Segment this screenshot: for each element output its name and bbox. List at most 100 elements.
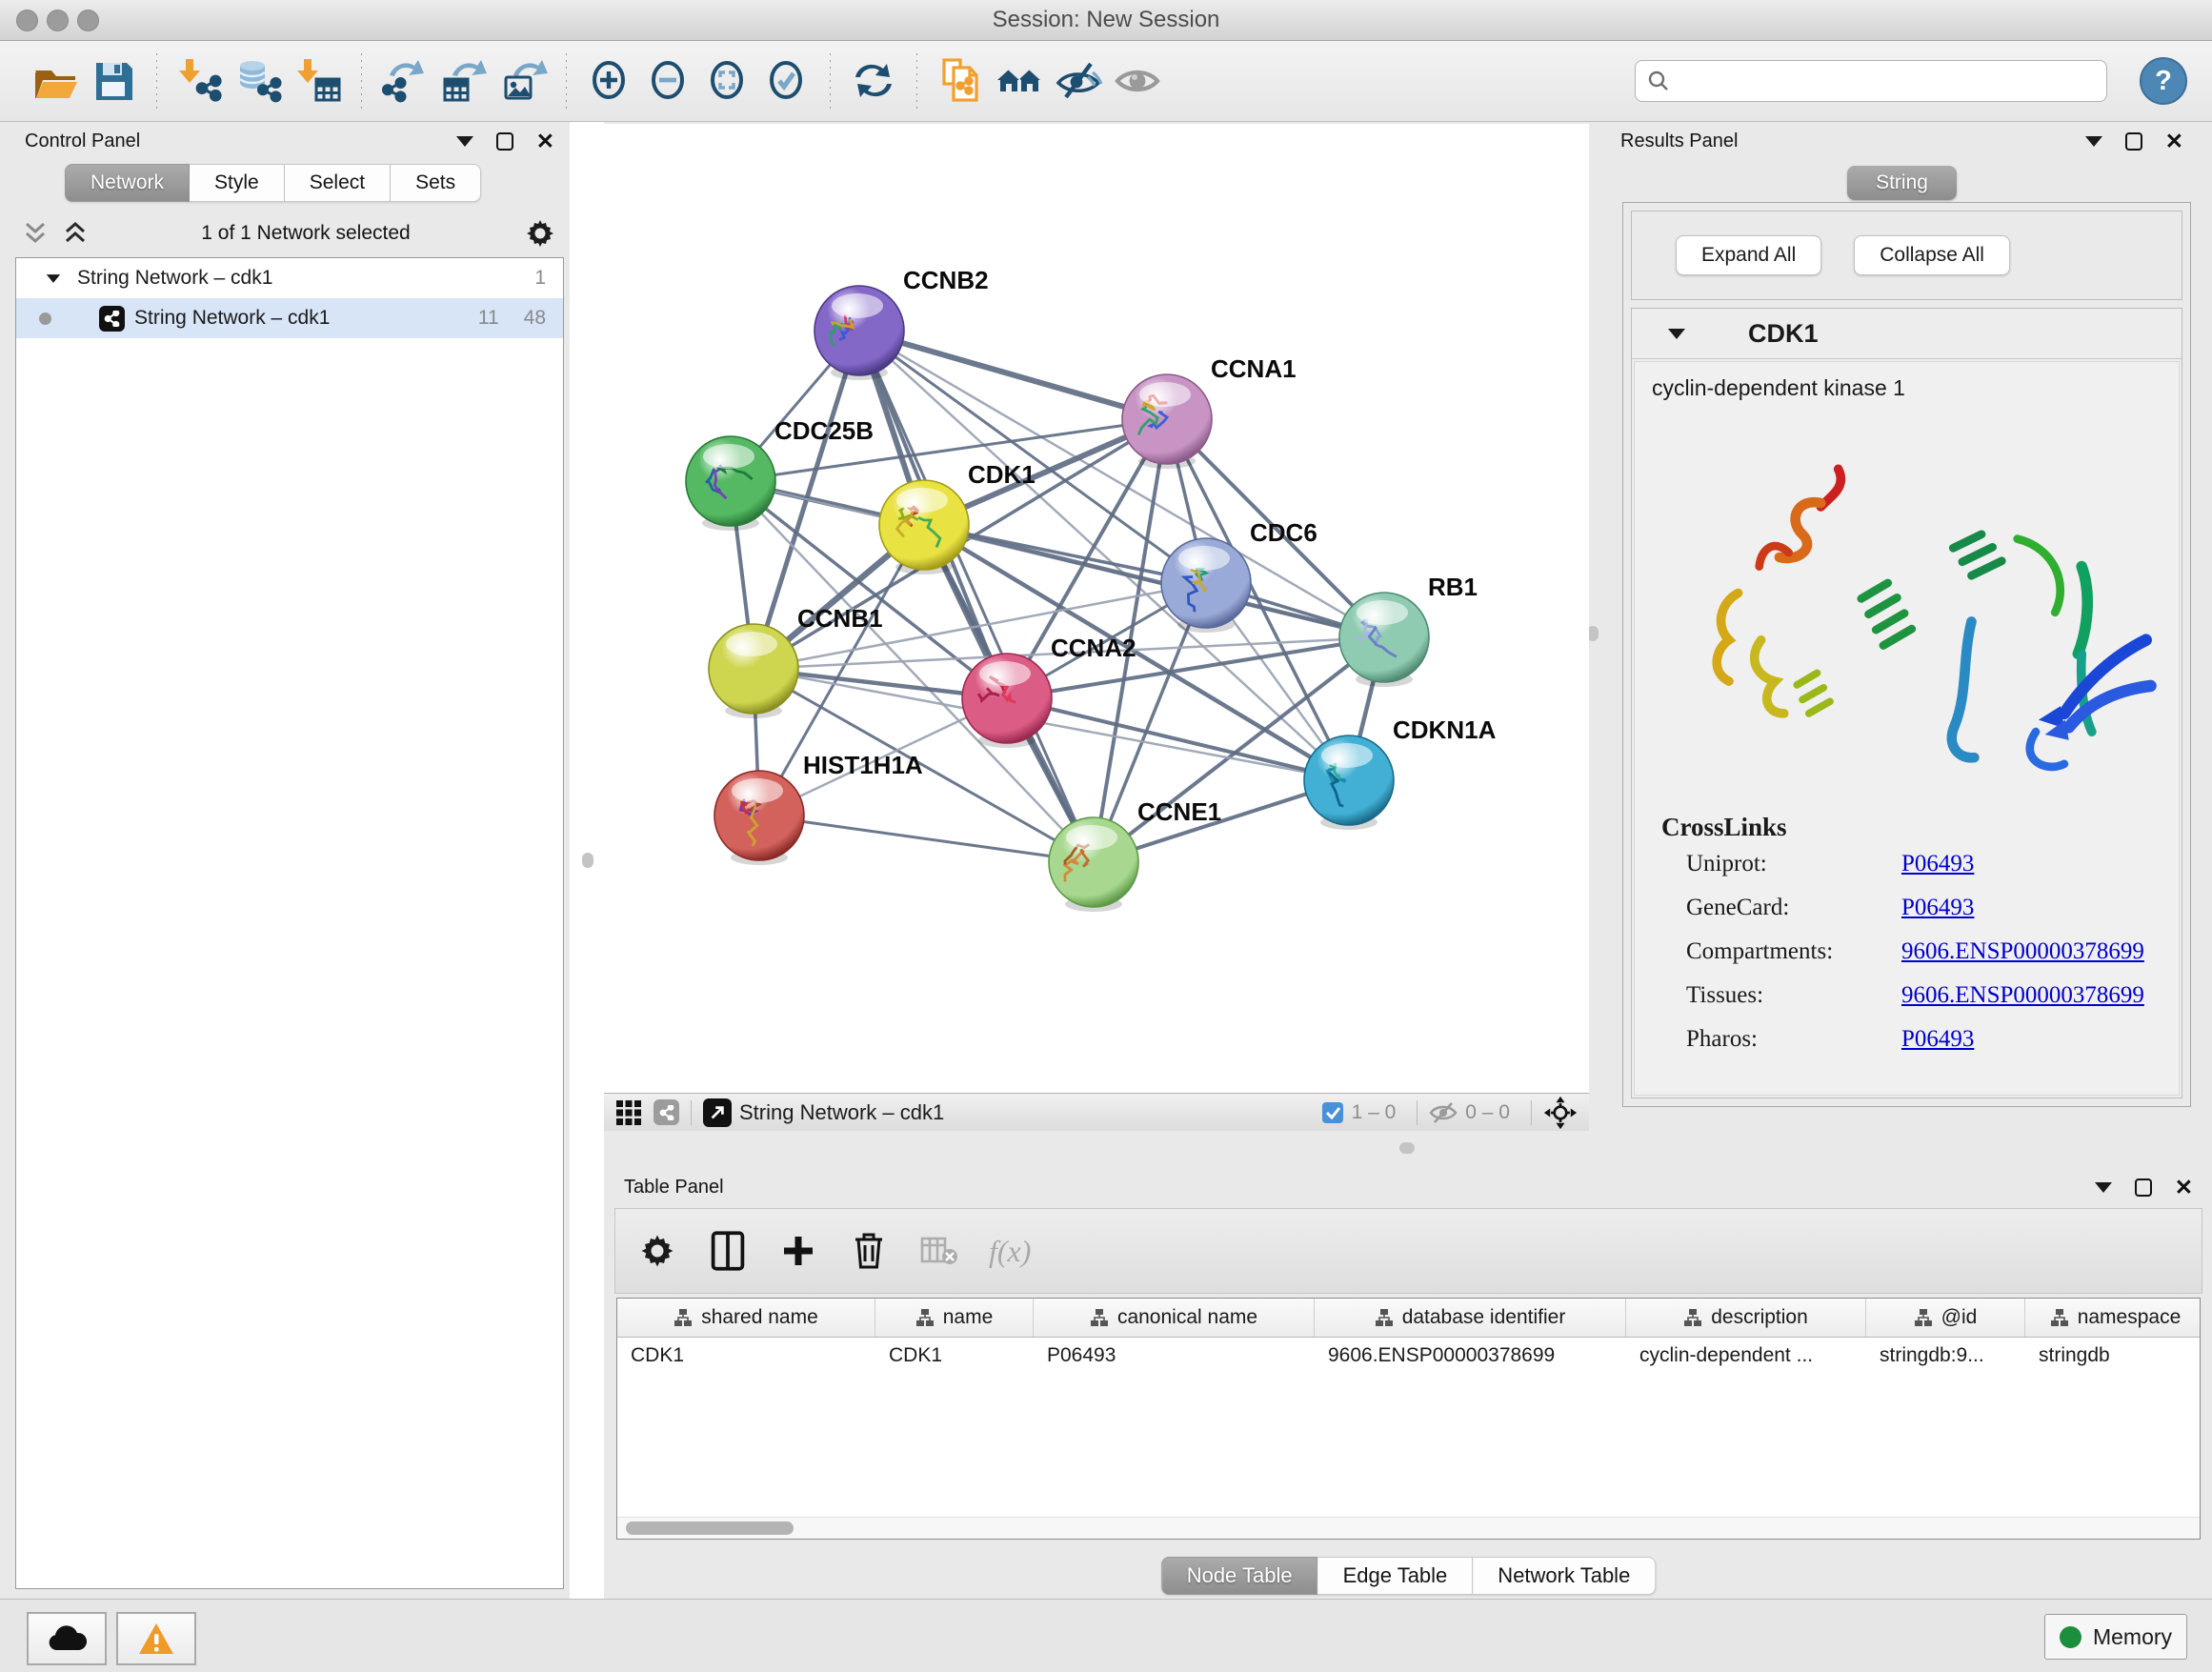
expand-all-icon[interactable] (63, 220, 88, 247)
tab-edge-table[interactable]: Edge Table (1318, 1557, 1474, 1595)
crosslink-link[interactable]: 9606.ENSP00000378699 (1901, 938, 2144, 965)
import-network-button[interactable] (171, 50, 230, 111)
network-node[interactable] (1161, 538, 1251, 628)
tab-select[interactable]: Select (285, 164, 391, 202)
show-eye-button[interactable] (1108, 50, 1167, 111)
scrollbar-thumb[interactable] (626, 1521, 794, 1535)
network-node[interactable] (709, 624, 798, 714)
splitter-grip[interactable] (1399, 1142, 1415, 1154)
panel-close-icon[interactable]: ✕ (2165, 131, 2183, 151)
hidden-eye-icon[interactable] (1429, 1101, 1458, 1124)
table-cell[interactable]: CDK1 (875, 1344, 1034, 1367)
column-header-shared-name[interactable]: shared name (617, 1299, 875, 1337)
column-header-description[interactable]: description (1626, 1299, 1866, 1337)
hide-eye-button[interactable] (1049, 50, 1108, 111)
export-image-button[interactable] (493, 50, 553, 111)
birds-eye-view-icon[interactable] (615, 1099, 642, 1126)
card-collapse-icon[interactable] (1668, 329, 1685, 339)
table-cell[interactable]: cyclin-dependent ... (1626, 1344, 1866, 1367)
panel-close-icon[interactable]: ✕ (2175, 1178, 2193, 1197)
table-cell[interactable]: 9606.ENSP00000378699 (1315, 1344, 1626, 1367)
crosslink-link[interactable]: 9606.ENSP00000378699 (1901, 982, 2144, 1009)
delete-column-trash-icon[interactable] (848, 1228, 890, 1274)
export-network-button[interactable] (375, 50, 434, 111)
string-home-button[interactable] (990, 50, 1049, 111)
show-columns-icon[interactable] (707, 1228, 749, 1274)
network-collection-row[interactable]: String Network – cdk1 1 (16, 258, 563, 298)
crosslink-link[interactable]: P06493 (1901, 895, 1974, 921)
network-node[interactable] (1304, 735, 1394, 825)
network-node[interactable] (814, 286, 904, 375)
tab-string[interactable]: String (1847, 166, 1957, 200)
column-header-name[interactable]: name (875, 1299, 1034, 1337)
clone-network-button[interactable] (931, 50, 990, 111)
horizontal-scrollbar[interactable] (617, 1517, 2200, 1539)
network-edge[interactable] (859, 331, 1167, 419)
crosslink-link[interactable]: P06493 (1901, 851, 1974, 877)
string-badge-icon[interactable] (654, 1099, 679, 1125)
network-edge[interactable] (759, 816, 1094, 862)
refresh-network-button[interactable] (844, 50, 903, 111)
search-box[interactable] (1635, 60, 2107, 102)
table-cell[interactable]: stringdb (2025, 1344, 2201, 1367)
zoom-out-button[interactable] (639, 50, 698, 111)
network-node[interactable] (686, 436, 775, 526)
protein-card-header[interactable]: CDK1 (1632, 309, 2182, 359)
network-node[interactable] (714, 771, 804, 860)
tab-network[interactable]: Network (65, 164, 190, 202)
export-table-button[interactable] (434, 50, 493, 111)
network-row[interactable]: String Network – cdk1 11 48 (16, 298, 563, 338)
splitter-grip[interactable] (582, 853, 593, 868)
table-cell[interactable]: P06493 (1034, 1344, 1315, 1367)
add-column-icon[interactable] (777, 1228, 819, 1274)
fit-content-crosshair-icon[interactable] (1543, 1096, 1578, 1130)
table-data-row[interactable]: CDK1CDK1P064939606.ENSP00000378699cyclin… (617, 1338, 2200, 1374)
help-button[interactable]: ? (2140, 57, 2187, 105)
zoom-selected-button[interactable] (757, 50, 816, 111)
panel-float-icon[interactable] (2135, 1178, 2152, 1197)
tab-node-table[interactable]: Node Table (1161, 1557, 1318, 1595)
network-node[interactable] (962, 654, 1052, 743)
open-in-window-icon[interactable] (703, 1098, 732, 1127)
import-table-button[interactable] (289, 50, 348, 111)
panel-float-icon[interactable] (2125, 132, 2142, 151)
network-node[interactable] (1049, 817, 1138, 907)
tab-network-table[interactable]: Network Table (1473, 1557, 1656, 1595)
control-panel: Control Panel ✕ NetworkStyleSelectSets 1… (10, 124, 570, 1593)
network-node[interactable] (1122, 374, 1212, 464)
column-header-namespace[interactable]: namespace (2025, 1299, 2201, 1337)
tab-style[interactable]: Style (190, 164, 285, 202)
network-node[interactable] (1339, 593, 1429, 682)
warnings-button[interactable] (116, 1612, 196, 1665)
tree-expand-icon[interactable] (47, 274, 60, 283)
zoom-in-button[interactable] (580, 50, 639, 111)
collapse-all-button[interactable]: Collapse All (1854, 235, 2010, 275)
column-header-canonical-name[interactable]: canonical name (1034, 1299, 1315, 1337)
collapse-all-icon[interactable] (23, 220, 48, 247)
tab-sets[interactable]: Sets (391, 164, 481, 202)
table-settings-gear-icon[interactable] (636, 1228, 678, 1274)
column-header-database-identifier[interactable]: database identifier (1315, 1299, 1626, 1337)
network-canvas[interactable]: CCNB2CCNA1CDC25BCDK1CDC6RB1CCNB1CCNA2CDK… (604, 124, 1589, 1093)
panel-menu-icon[interactable] (456, 136, 473, 147)
zoom-fit-button[interactable] (698, 50, 757, 111)
panel-menu-icon[interactable] (2085, 136, 2102, 147)
crosslink-link[interactable]: P06493 (1901, 1026, 1974, 1053)
selected-checkbox-icon[interactable] (1321, 1101, 1344, 1124)
open-file-button[interactable] (25, 50, 84, 111)
cloud-button[interactable] (27, 1612, 107, 1665)
table-cell[interactable]: CDK1 (617, 1344, 875, 1367)
import-network-from-database-button[interactable] (230, 50, 289, 111)
gear-icon[interactable] (524, 217, 556, 250)
expand-all-button[interactable]: Expand All (1676, 235, 1821, 275)
network-edge[interactable] (859, 331, 1094, 862)
memory-button[interactable]: Memory (2044, 1614, 2187, 1660)
save-session-button[interactable] (84, 50, 143, 111)
table-cell[interactable]: stringdb:9... (1866, 1344, 2025, 1367)
column-header-id[interactable]: @id (1866, 1299, 2025, 1337)
panel-menu-icon[interactable] (2095, 1182, 2112, 1193)
panel-float-icon[interactable] (496, 132, 513, 151)
panel-close-icon[interactable]: ✕ (536, 131, 554, 151)
network-node[interactable] (879, 480, 969, 570)
search-input[interactable] (1678, 69, 2095, 93)
